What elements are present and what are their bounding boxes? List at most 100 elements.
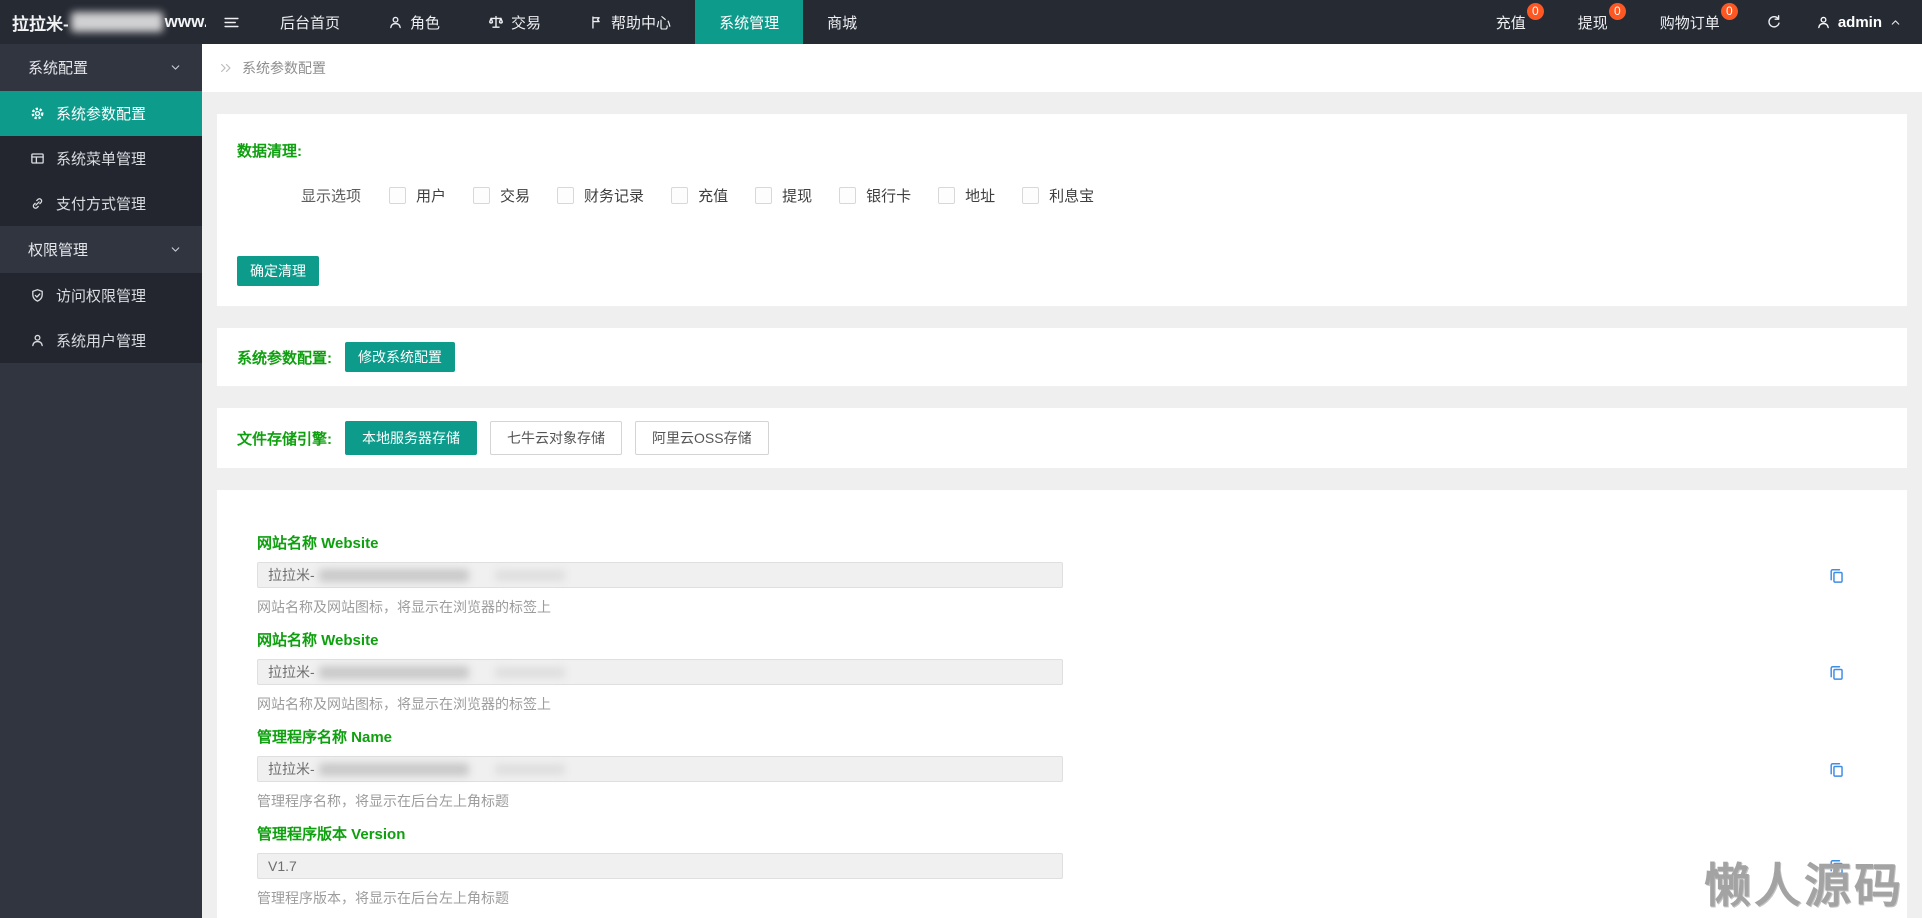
nav-item-label: 商城 — [827, 14, 858, 32]
sidebar-group-header[interactable]: 系统配置 — [0, 44, 202, 91]
sidebar-item-label: 系统参数配置 — [56, 106, 147, 123]
sidebar-item[interactable]: 访问权限管理 — [0, 273, 202, 318]
breadcrumb: 系统参数配置 — [202, 44, 1922, 92]
copy-icon[interactable] — [1828, 567, 1845, 584]
checkbox-label: 交易 — [500, 188, 531, 205]
checkbox-label: 用户 — [416, 188, 447, 205]
refresh-button[interactable] — [1746, 0, 1802, 44]
checkbox[interactable] — [389, 187, 407, 204]
count-badge: 0 — [1608, 3, 1626, 20]
field-help: 网站名称及网站图标，将显示在浏览器的标签上 — [257, 696, 551, 712]
refresh-icon — [1766, 14, 1782, 30]
nav-item[interactable]: 后台首页 — [256, 0, 364, 44]
sidebar-toggle-button[interactable] — [206, 0, 256, 44]
field-row: V1.7 — [257, 853, 1845, 879]
sidebar-item[interactable]: 系统用户管理 — [0, 318, 202, 363]
storage-option-button[interactable]: 本地服务器存储 — [345, 421, 477, 455]
sidebar-item[interactable]: 系统菜单管理 — [0, 136, 202, 181]
sidebar-item-label: 访问权限管理 — [56, 288, 147, 305]
cleanup-option[interactable]: 用户 — [389, 185, 446, 206]
shortcut-item[interactable]: 提现 0 — [1552, 0, 1634, 44]
main-content: 系统参数配置 数据清理: 显示选项 用户 交易 财务记录 充值 提现 银行卡 地… — [202, 44, 1922, 918]
nav-item-label: 帮助中心 — [611, 14, 672, 32]
nav-item[interactable]: 系统管理 — [695, 0, 804, 44]
checkbox[interactable] — [938, 187, 956, 204]
checkbox-label: 财务记录 — [584, 188, 645, 205]
chevron-down-icon — [169, 61, 182, 74]
checkbox[interactable] — [473, 187, 491, 204]
cleanup-option[interactable]: 利息宝 — [1022, 185, 1094, 206]
input-value: 拉拉米- — [268, 761, 315, 777]
field-label: 网站名称 Website — [257, 535, 379, 552]
sidebar-item[interactable]: 系统参数配置 — [0, 91, 202, 136]
user-menu[interactable]: admin — [1802, 0, 1922, 44]
sidebar-item-icon — [30, 288, 45, 303]
storage-title: 文件存储引擎: — [237, 430, 332, 448]
text-input[interactable]: 拉拉米- — [257, 659, 1063, 685]
sidebar-item-icon — [30, 196, 45, 211]
sidebar-group-items: 访问权限管理 系统用户管理 — [0, 273, 202, 363]
sidebar-item-icon — [30, 333, 45, 348]
nav-item-icon — [388, 15, 403, 30]
checkbox[interactable] — [557, 187, 575, 204]
cleanup-options-row: 显示选项 用户 交易 财务记录 充值 提现 银行卡 地址 利息宝 — [301, 185, 1887, 206]
form-field: 管理程序名称 Name 拉拉米- 管理程序名称，将显示在后台左上角标题 — [257, 726, 1845, 811]
cleanup-option[interactable]: 交易 — [473, 185, 530, 206]
cleanup-option[interactable]: 地址 — [938, 185, 995, 206]
copy-icon[interactable] — [1828, 664, 1845, 681]
form-field: 网站名称 Website 拉拉米- 网站名称及网站图标，将显示在浏览器的标签上 — [257, 629, 1845, 714]
checkbox[interactable] — [839, 187, 857, 204]
shortcut-item[interactable]: 充值 0 — [1470, 0, 1552, 44]
cleanup-option[interactable]: 提现 — [755, 185, 812, 206]
redacted-logo-text — [70, 12, 163, 32]
nav-item[interactable]: 帮助中心 — [565, 0, 695, 44]
data-clean-card: 数据清理: 显示选项 用户 交易 财务记录 充值 提现 银行卡 地址 利息宝 确… — [217, 114, 1907, 306]
data-clean-title: 数据清理: — [237, 143, 302, 160]
field-help: 管理程序名称，将显示在后台左上角标题 — [257, 793, 509, 809]
nav-item-icon — [488, 14, 504, 30]
sidebar-item-label: 系统用户管理 — [56, 333, 147, 350]
nav-item-icon — [589, 15, 604, 30]
checkbox[interactable] — [671, 187, 689, 204]
storage-option-button[interactable]: 七牛云对象存储 — [490, 421, 622, 455]
shortcut-item[interactable]: 购物订单 0 — [1634, 0, 1746, 44]
sidebar: 系统配置 系统参数配置 系统菜单管理 支付方式管理 权限管理 访问权限管理 系统… — [0, 44, 202, 918]
input-value: 拉拉米- — [268, 664, 315, 680]
field-row: 拉拉米- — [257, 756, 1845, 782]
sidebar-group: 系统配置 系统参数配置 系统菜单管理 支付方式管理 — [0, 44, 202, 226]
checkbox[interactable] — [1022, 187, 1040, 204]
breadcrumb-label: 系统参数配置 — [242, 60, 326, 76]
shortcut-label: 提现 — [1577, 14, 1608, 32]
logo-text-suffix: www... — [164, 12, 206, 31]
app-logo: 拉拉米- www... — [0, 0, 206, 44]
nav-item[interactable]: 交易 — [464, 0, 565, 44]
input-value: 拉拉米- — [268, 567, 315, 583]
cleanup-option[interactable]: 充值 — [671, 185, 728, 206]
nav-item[interactable]: 商城 — [803, 0, 881, 44]
cleanup-option[interactable]: 银行卡 — [839, 185, 911, 206]
copy-icon[interactable] — [1828, 858, 1845, 875]
confirm-clean-button[interactable]: 确定清理 — [237, 256, 319, 286]
modify-config-button[interactable]: 修改系统配置 — [345, 342, 455, 372]
text-input[interactable]: V1.7 — [257, 853, 1063, 879]
nav-item[interactable]: 角色 — [364, 0, 464, 44]
checkbox-label: 提现 — [782, 188, 813, 205]
cleanup-option[interactable]: 财务记录 — [557, 185, 644, 206]
field-label: 管理程序版本 Version — [257, 826, 406, 843]
topbar: 拉拉米- www... 后台首页 角色 交易 — [0, 0, 1922, 44]
text-input[interactable]: 拉拉米- — [257, 562, 1063, 588]
checkbox[interactable] — [755, 187, 773, 204]
nav-item-label: 角色 — [410, 14, 441, 32]
sys-param-card: 系统参数配置: 修改系统配置 — [217, 328, 1907, 386]
username: admin — [1837, 13, 1882, 31]
copy-icon[interactable] — [1828, 761, 1845, 778]
text-input[interactable]: 拉拉米- — [257, 756, 1063, 782]
sidebar-group-header[interactable]: 权限管理 — [0, 226, 202, 273]
sidebar-item-label: 系统菜单管理 — [56, 151, 147, 168]
redacted-text — [494, 763, 565, 775]
field-label: 网站名称 Website — [257, 632, 379, 649]
input-value: V1.7 — [268, 858, 297, 874]
storage-option-button[interactable]: 阿里云OSS存储 — [635, 421, 769, 455]
redacted-text — [318, 762, 469, 776]
sidebar-item[interactable]: 支付方式管理 — [0, 181, 202, 226]
